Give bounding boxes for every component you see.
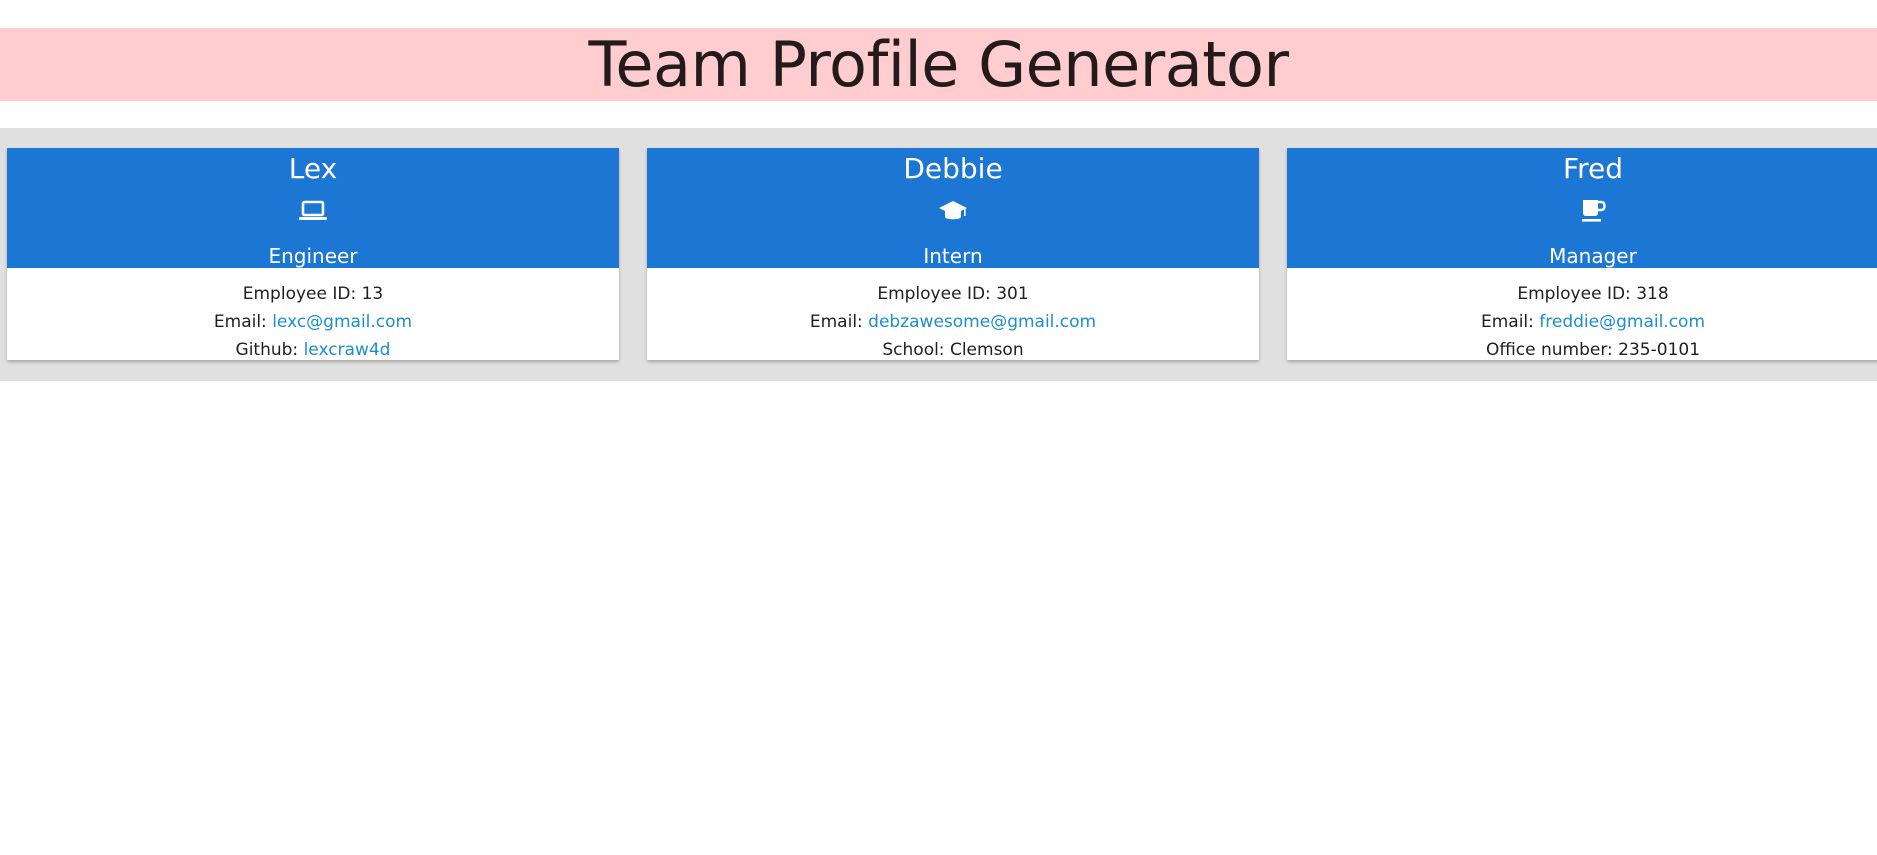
card-details: Employee ID: 13 Email: lexc@gmail.com Gi…: [7, 268, 619, 360]
graduation-cap-icon: [937, 196, 969, 226]
card-details: Employee ID: 318 Email: freddie@gmail.co…: [1287, 268, 1877, 360]
employee-id-value: 301: [996, 284, 1029, 304]
email-row: Email: lexc@gmail.com: [7, 308, 619, 336]
github-link[interactable]: lexcraw4d: [304, 340, 391, 360]
employee-id-label: Employee ID:: [242, 284, 362, 304]
employee-card-manager: Fred Manager Employee ID: 318 Email: fre…: [1287, 148, 1877, 360]
laptop-icon: [297, 196, 329, 226]
card-header: Lex Engineer: [7, 148, 619, 268]
employee-id-row: Employee ID: 318: [1287, 280, 1877, 308]
employee-id-row: Employee ID: 13: [7, 280, 619, 308]
school-value: Clemson: [949, 340, 1024, 360]
card-details: Employee ID: 301 Email: debzawesome@gmai…: [647, 268, 1259, 360]
employee-role: Engineer: [268, 244, 358, 268]
team-cards-container: Lex Engineer Employee ID: 13 Email: lexc…: [0, 128, 1877, 381]
office-number-label: Office number:: [1485, 340, 1619, 360]
email-label: Email:: [809, 312, 869, 332]
school-label: School:: [882, 340, 950, 360]
email-link[interactable]: freddie@gmail.com: [1539, 312, 1705, 332]
email-link[interactable]: debzawesome@gmail.com: [868, 312, 1096, 332]
employee-card-intern: Debbie Intern Employee ID: 301 Email: de…: [647, 148, 1259, 360]
employee-role: Intern: [923, 244, 983, 268]
email-label: Email:: [1480, 312, 1540, 332]
employee-id-value: 13: [361, 284, 384, 304]
employee-id-value: 318: [1636, 284, 1669, 304]
employee-role: Manager: [1549, 244, 1637, 268]
employee-card-engineer: Lex Engineer Employee ID: 13 Email: lexc…: [7, 148, 619, 360]
card-header: Debbie Intern: [647, 148, 1259, 268]
email-link[interactable]: lexc@gmail.com: [272, 312, 412, 332]
employee-name: Lex: [288, 152, 338, 185]
office-number-row: Office number: 235-0101: [1287, 336, 1877, 360]
office-number-value: 235-0101: [1618, 340, 1701, 360]
employee-name: Debbie: [903, 152, 1003, 185]
email-row: Email: debzawesome@gmail.com: [647, 308, 1259, 336]
page-header: Team Profile Generator: [0, 28, 1877, 101]
github-row: Github: lexcraw4d: [7, 336, 619, 360]
employee-id-row: Employee ID: 301: [647, 280, 1259, 308]
employee-id-label: Employee ID:: [1517, 284, 1637, 304]
employee-id-label: Employee ID:: [877, 284, 997, 304]
email-row: Email: freddie@gmail.com: [1287, 308, 1877, 336]
coffee-mug-icon: [1577, 196, 1609, 226]
school-row: School: Clemson: [647, 336, 1259, 360]
card-header: Fred Manager: [1287, 148, 1877, 268]
page-title: Team Profile Generator: [588, 27, 1289, 101]
github-label: Github:: [235, 340, 304, 360]
email-label: Email:: [213, 312, 273, 332]
employee-name: Fred: [1563, 152, 1623, 185]
